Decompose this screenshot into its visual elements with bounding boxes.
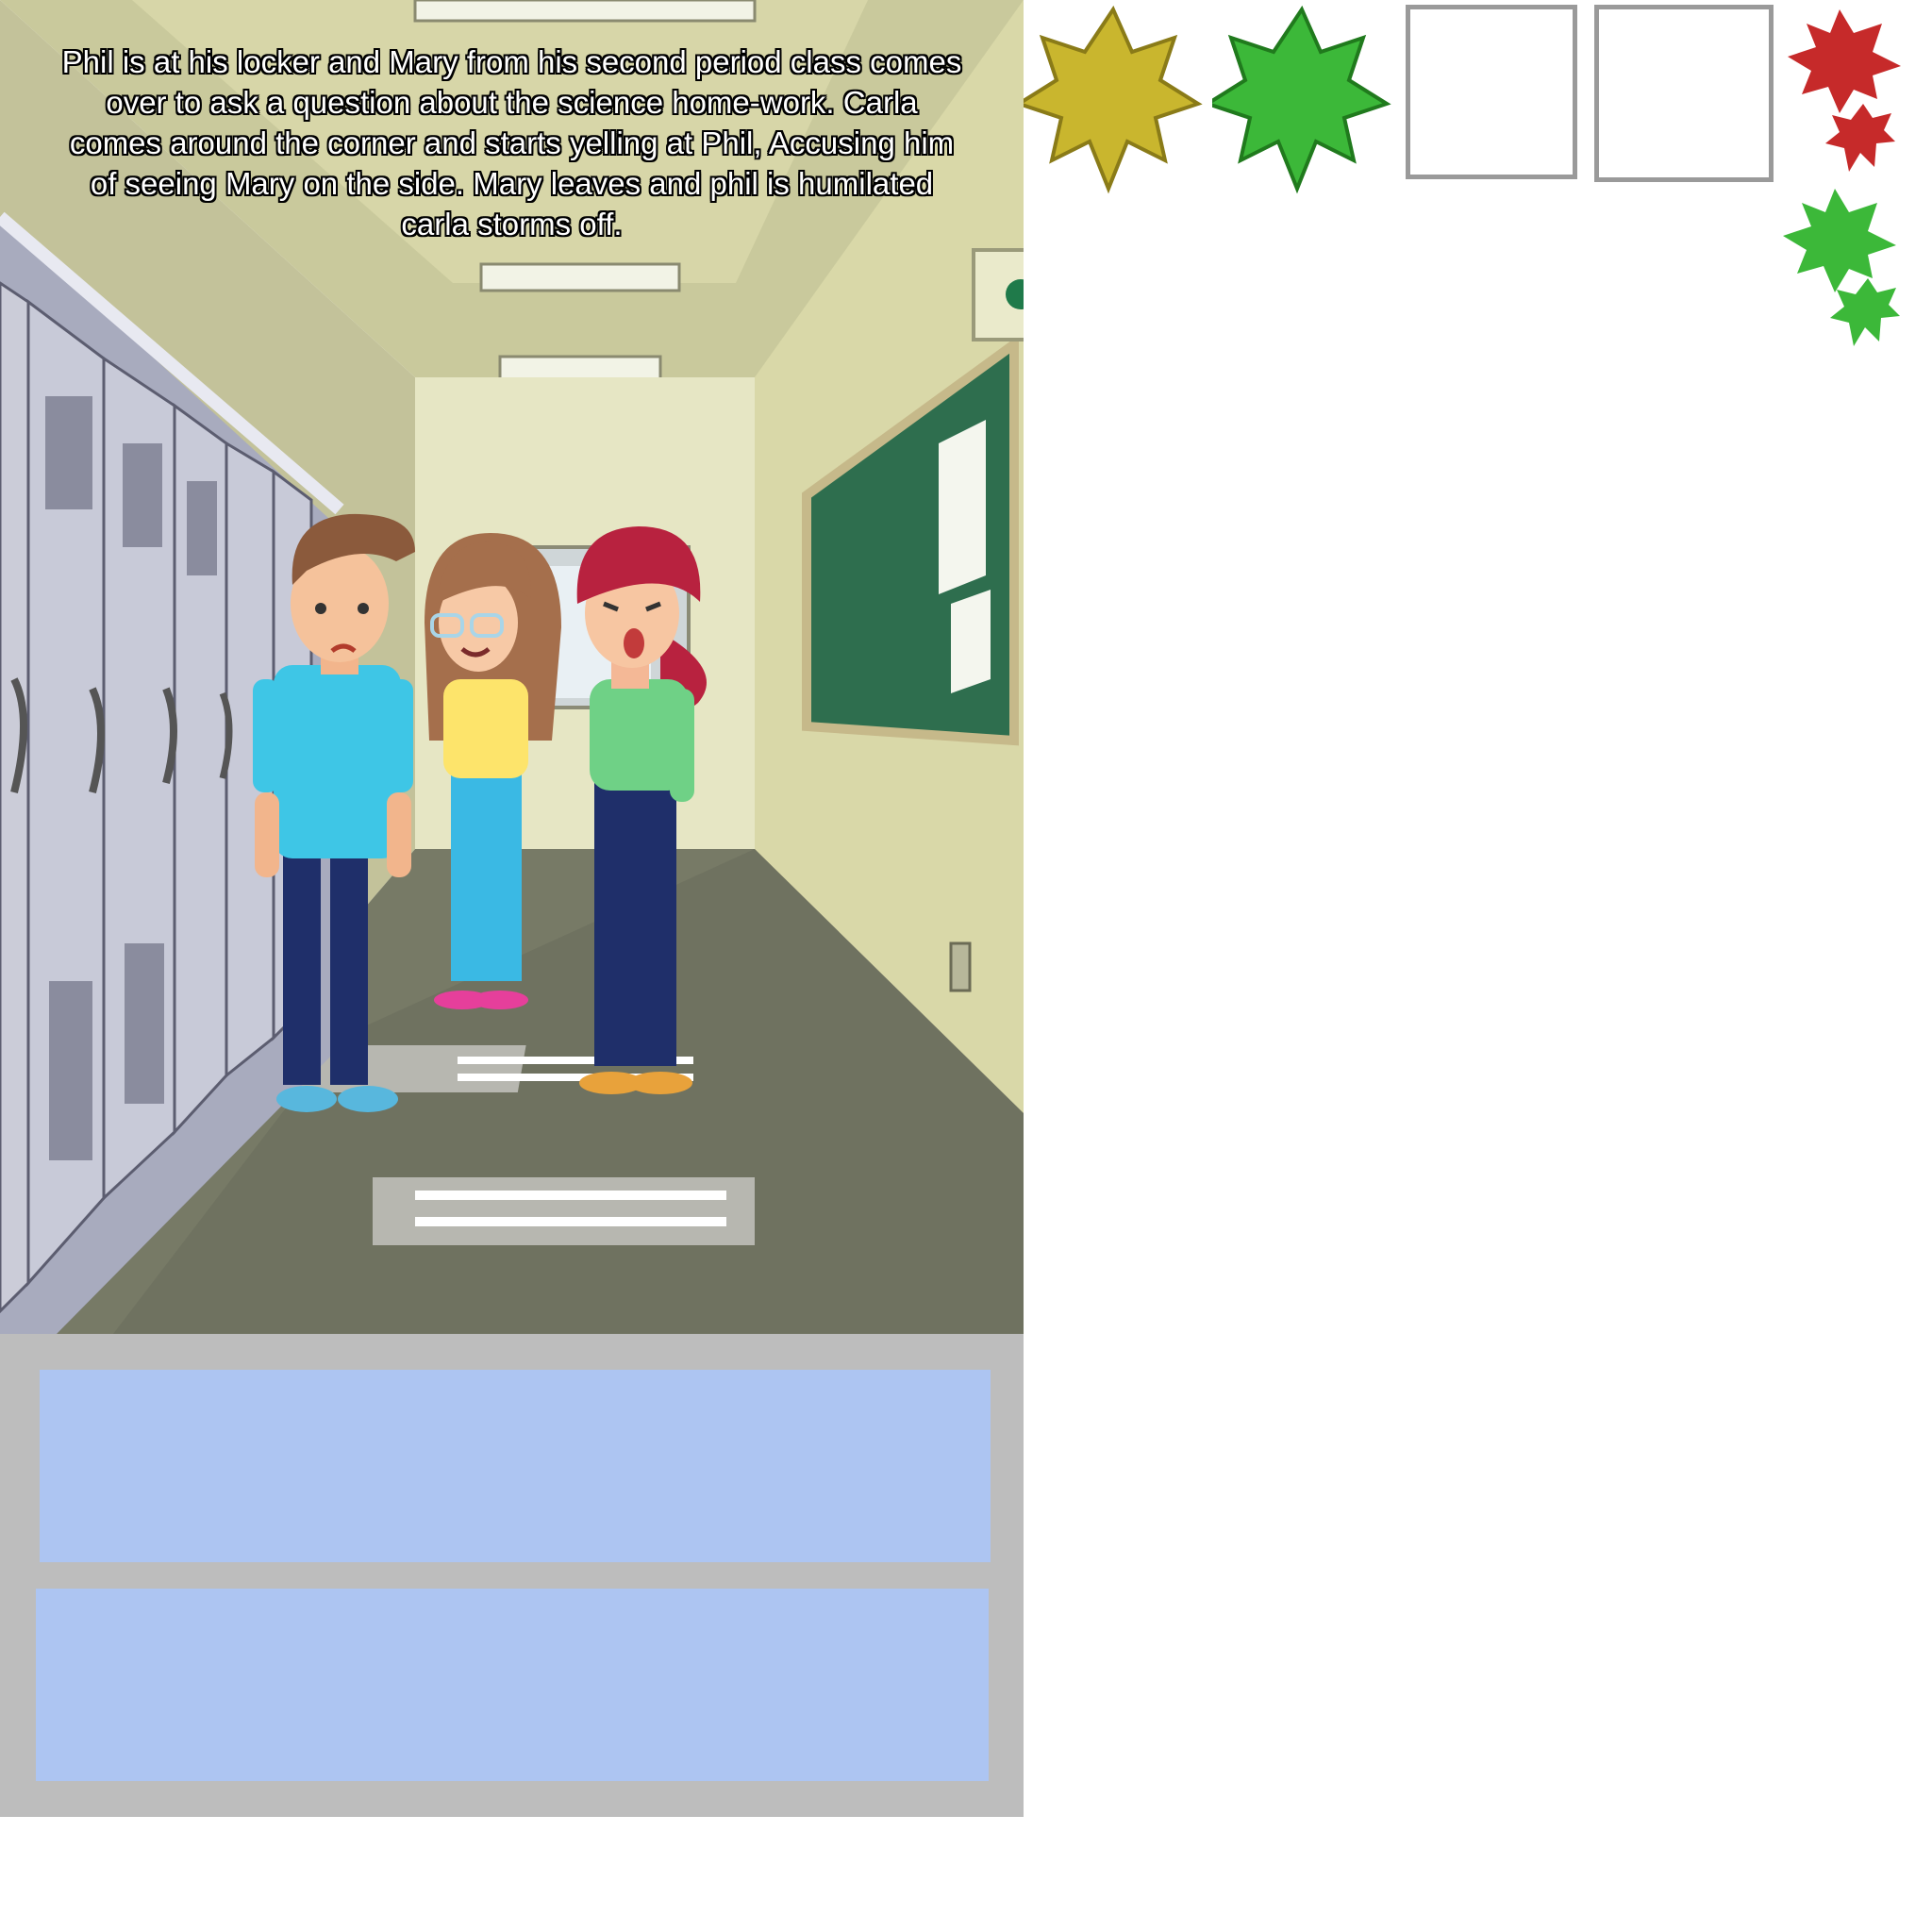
green-leaf-icon[interactable]	[1212, 0, 1391, 208]
empty-slot-2[interactable]	[1594, 5, 1774, 182]
choice-box-1[interactable]	[40, 1370, 991, 1562]
gold-leaf-icon[interactable]	[1024, 0, 1203, 208]
dialog-panel	[0, 1334, 1024, 1817]
inventory-bar	[1024, 0, 1932, 396]
scene-panel: Phil is at his locker and Mary from his …	[0, 0, 1024, 1334]
red-green-leaves-icon[interactable]	[1783, 0, 1924, 358]
story-text: Phil is at his locker and Mary from his …	[61, 44, 962, 242]
empty-slot-1[interactable]	[1406, 5, 1577, 179]
choice-box-2[interactable]	[36, 1589, 989, 1781]
